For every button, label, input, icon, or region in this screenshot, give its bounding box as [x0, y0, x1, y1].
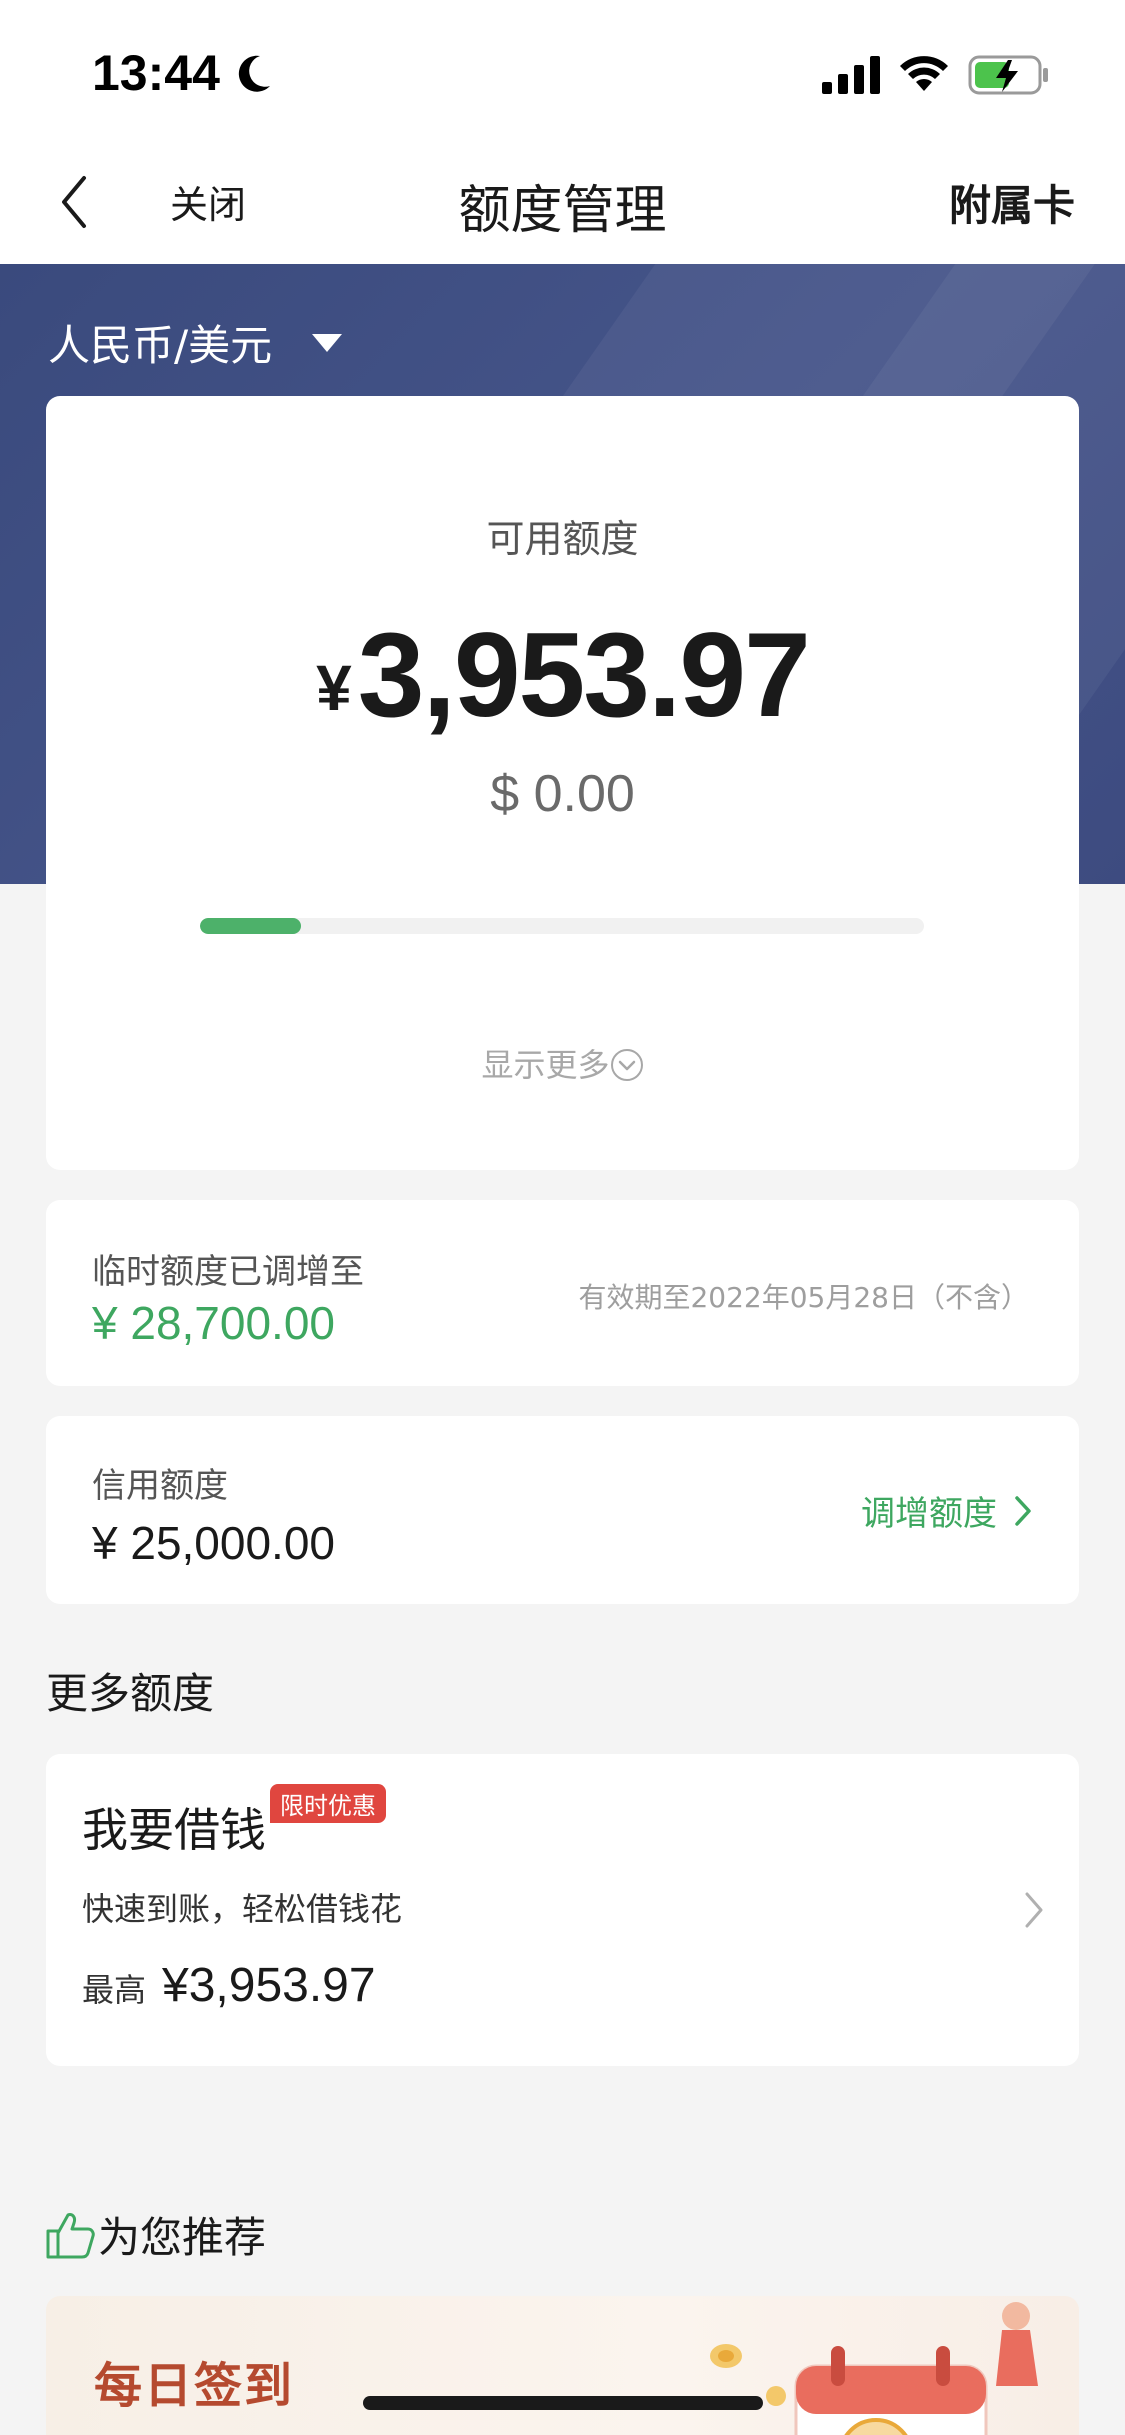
- chevron-down-circle-icon: [610, 1049, 643, 1081]
- available-amount-row: ¥3,953.97: [46, 606, 1079, 744]
- show-more-button[interactable]: 显示更多: [46, 1040, 1079, 1086]
- borrow-money-card[interactable]: 我要借钱 限时优惠 快速到账，轻松借钱花 最高 ¥3,953.97: [46, 1754, 1079, 2066]
- wifi-icon: [900, 56, 948, 91]
- borrow-max-amount: ¥3,953.97: [162, 1959, 376, 2012]
- recommend-label: 为您推荐: [98, 2213, 267, 2262]
- available-cny-amount: 3,953.97: [357, 608, 811, 742]
- temporary-limit-card: 临时额度已调增至 ¥ 28,700.00 有效期至2022年05月28日（不含）: [46, 1200, 1079, 1386]
- chevron-right-icon: [1015, 1495, 1031, 1526]
- daily-checkin-banner[interactable]: 每日签到: [46, 2296, 1079, 2435]
- borrow-money-title: 我要借钱: [82, 1803, 266, 1857]
- raise-limit-button[interactable]: 调增额度: [861, 1486, 1033, 1535]
- moon-icon: [238, 55, 270, 92]
- home-indicator: [363, 2396, 763, 2410]
- recommend-heading: 为您推荐: [44, 2204, 266, 2265]
- battery-charging-icon: [968, 55, 1048, 95]
- temporary-limit-title: 临时额度已调增至: [92, 1252, 364, 1292]
- credit-limit-card: 信用额度 ¥ 25,000.00 调增额度: [46, 1416, 1079, 1604]
- limited-offer-badge: 限时优惠: [270, 1784, 386, 1823]
- status-bar: 13:44: [0, 0, 1125, 150]
- cny-symbol: ¥: [316, 652, 352, 724]
- nav-bar: 关闭 额度管理 附属卡: [0, 150, 1125, 264]
- currency-selector[interactable]: 人民币/美元: [48, 312, 343, 373]
- status-time: 13:44: [92, 45, 220, 101]
- borrow-max-label: 最高: [82, 1971, 147, 2009]
- available-usd-amount: $ 0.00: [490, 765, 635, 823]
- available-limit-card: 可用额度 ¥3,953.97 $ 0.00 显示更多: [46, 396, 1079, 1170]
- temporary-limit-validity: 有效期至2022年05月28日（不含）: [578, 1281, 1029, 1314]
- supplementary-card-button[interactable]: 附属卡: [949, 172, 1075, 233]
- available-limit-label: 可用额度: [486, 517, 639, 561]
- currency-label: 人民币/美元: [48, 321, 273, 370]
- credit-limit-title: 信用额度: [92, 1466, 228, 1506]
- temporary-limit-amount: ¥ 28,700.00: [92, 1297, 336, 1349]
- daily-checkin-title: 每日签到: [94, 2358, 295, 2414]
- borrow-money-subtitle: 快速到账，轻松借钱花: [82, 1890, 403, 1928]
- raise-limit-label: 调增额度: [861, 1494, 997, 1534]
- thumbs-up-icon: [46, 2212, 95, 2258]
- chevron-right-icon: [1025, 1892, 1043, 1928]
- caret-down-icon: [312, 333, 343, 352]
- usage-progress-fill: [200, 918, 302, 934]
- calendar-illustration: [710, 2302, 1038, 2435]
- credit-limit-amount: ¥ 25,000.00: [92, 1517, 336, 1569]
- more-limits-heading: 更多额度: [46, 1669, 215, 1718]
- borrow-max-row: 最高 ¥3,953.97: [82, 1958, 376, 2013]
- show-more-label: 显示更多: [481, 1046, 610, 1084]
- usage-progress-bar: [200, 918, 924, 934]
- signal-icon: [822, 56, 880, 94]
